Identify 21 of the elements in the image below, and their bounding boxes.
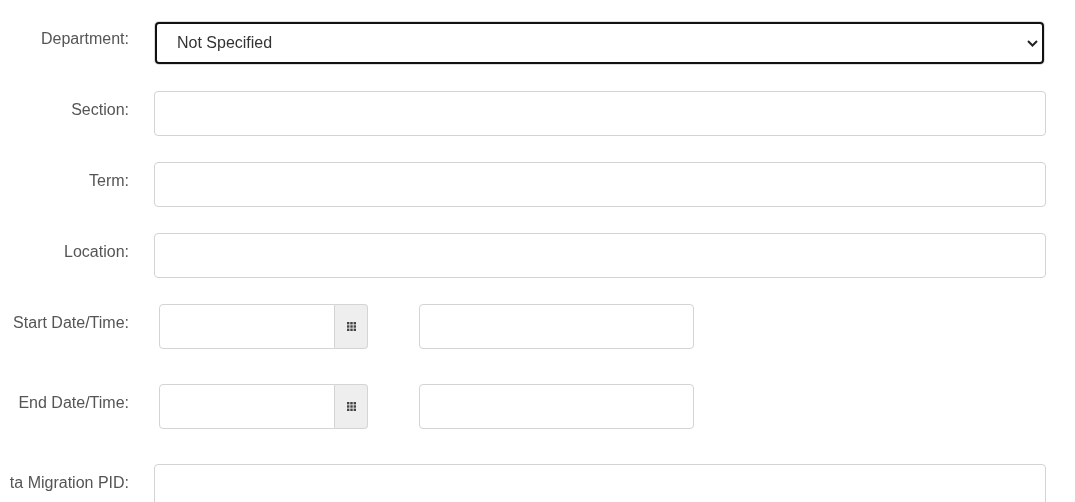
text-field[interactable] [154, 162, 1046, 207]
text-field[interactable] [154, 233, 1046, 278]
calendar-icon [346, 402, 356, 411]
field-label: Section: [70, 100, 129, 119]
calendar-icon [346, 322, 356, 331]
text-field[interactable] [154, 91, 1046, 136]
time-field[interactable] [419, 384, 694, 429]
caret-icon [1027, 39, 1038, 47]
date-field[interactable] [159, 304, 335, 349]
field-label: ta Migration PID: [8, 473, 129, 492]
time-field[interactable] [419, 304, 694, 349]
field-label: Location: [63, 242, 129, 261]
department-dropdown[interactable]: Not Specified [155, 22, 1044, 64]
calendar-button[interactable] [335, 384, 368, 429]
text-field[interactable] [154, 464, 1046, 502]
field-label: Term: [88, 171, 129, 190]
field-label: Department: [39, 29, 129, 48]
field-label: End Date/Time: [17, 393, 129, 412]
calendar-button[interactable] [335, 304, 368, 349]
field-label: Start Date/Time: [12, 313, 129, 332]
date-field[interactable] [159, 384, 335, 429]
